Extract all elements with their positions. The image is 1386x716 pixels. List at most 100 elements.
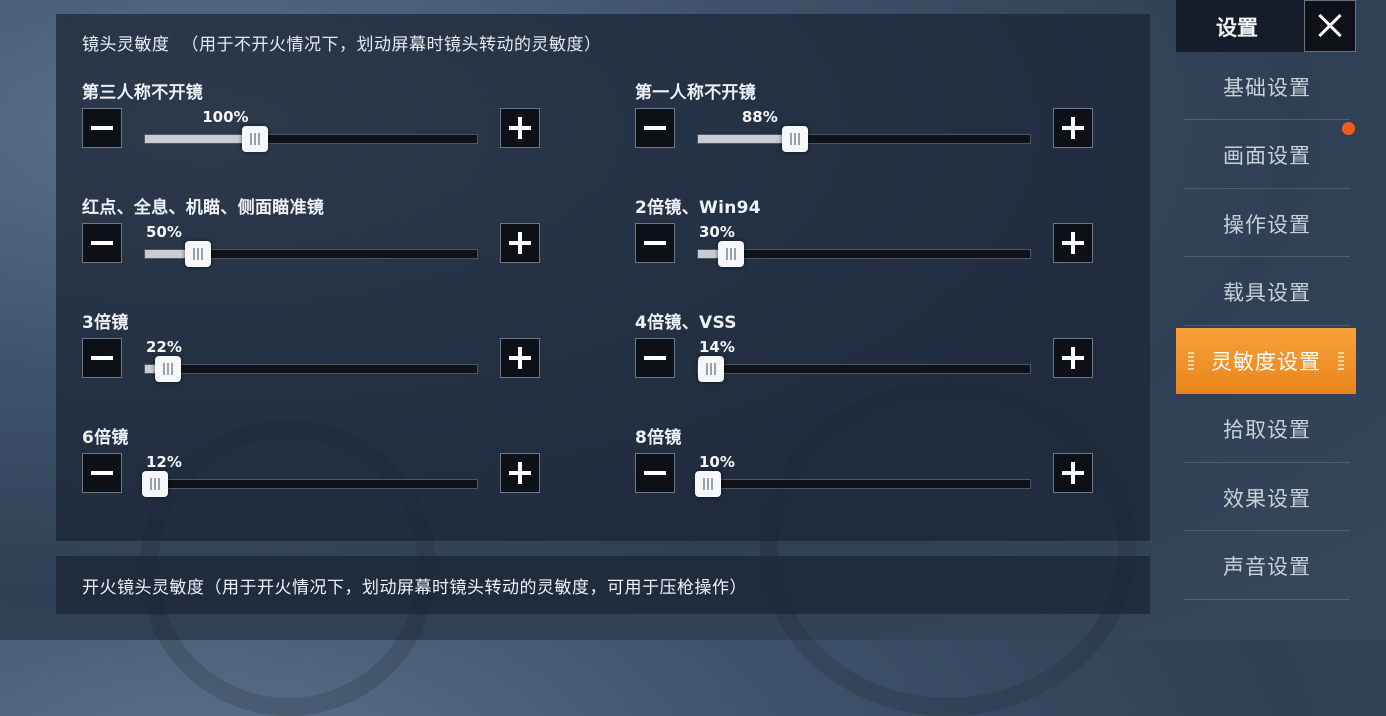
minus-icon — [90, 461, 114, 485]
slider-thumb[interactable] — [781, 126, 808, 152]
panel-title-text: 镜头灵敏度 — [82, 35, 170, 55]
sensitivity-setting: 3倍镜 22% — [82, 308, 542, 398]
setting-label: 4倍镜、VSS — [635, 313, 737, 333]
sidebar-item[interactable]: 拾取设置 — [1184, 397, 1350, 463]
slider-value: 12% — [146, 453, 182, 471]
increase-button[interactable] — [500, 338, 540, 378]
plus-icon — [1061, 461, 1085, 485]
sensitivity-setting: 4倍镜、VSS 14% — [635, 308, 1095, 398]
settings-sidebar: 设置 基础设置画面设置操作设置载具设置灵敏度设置 拾取设置效果设置声音设置 — [1176, 0, 1356, 640]
sensitivity-setting: 2倍镜、Win94 30% — [635, 193, 1095, 283]
plus-icon — [508, 231, 532, 255]
sidebar-title: 设置 — [1216, 16, 1258, 40]
increase-button[interactable] — [1053, 453, 1093, 493]
decrease-button[interactable] — [635, 108, 675, 148]
increase-button[interactable] — [500, 453, 540, 493]
sidebar-header: 设置 — [1176, 0, 1304, 52]
increase-button[interactable] — [500, 223, 540, 263]
minus-icon — [90, 346, 114, 370]
sidebar-item-label: 效果设置 — [1223, 486, 1311, 511]
minus-icon — [90, 116, 114, 140]
sensitivity-slider[interactable] — [697, 241, 1031, 267]
sensitivity-slider[interactable] — [144, 356, 478, 382]
plus-icon — [1061, 116, 1085, 140]
slider-value: 10% — [699, 453, 735, 471]
increase-button[interactable] — [1053, 108, 1093, 148]
sidebar-item-label: 操作设置 — [1223, 212, 1311, 237]
sensitivity-slider[interactable] — [697, 356, 1031, 382]
increase-button[interactable] — [1053, 223, 1093, 263]
sidebar-item[interactable]: 声音设置 — [1184, 534, 1350, 600]
decrease-button[interactable] — [635, 453, 675, 493]
decrease-button[interactable] — [635, 338, 675, 378]
sensitivity-slider[interactable] — [142, 471, 478, 497]
slider-thumb[interactable] — [242, 126, 269, 152]
slider-thumb[interactable] — [155, 356, 182, 382]
sensitivity-slider[interactable] — [695, 471, 1031, 497]
increase-button[interactable] — [1053, 338, 1093, 378]
decrease-button[interactable] — [82, 453, 122, 493]
slider-value: 22% — [146, 338, 182, 356]
sidebar-item-label: 声音设置 — [1223, 555, 1311, 579]
setting-label: 3倍镜 — [82, 313, 129, 333]
minus-icon — [643, 346, 667, 370]
grip-icon — [1188, 352, 1194, 370]
slider-fill — [698, 135, 795, 143]
sidebar-item[interactable]: 灵敏度设置 — [1176, 328, 1356, 394]
decrease-button[interactable] — [82, 338, 122, 378]
slider-thumb[interactable] — [695, 471, 722, 497]
sidebar-item[interactable]: 画面设置 — [1184, 123, 1350, 189]
notification-dot — [1342, 122, 1355, 135]
plus-icon — [508, 346, 532, 370]
increase-button[interactable] — [500, 108, 540, 148]
sidebar-item-label: 载具设置 — [1223, 281, 1311, 305]
sidebar-item[interactable]: 效果设置 — [1184, 465, 1350, 531]
slider-value: 30% — [699, 223, 735, 241]
sensitivity-slider[interactable] — [697, 126, 1031, 152]
grip-icon — [193, 248, 204, 260]
close-icon — [1317, 13, 1343, 39]
grip-icon — [163, 363, 174, 375]
sidebar-item-label: 基础设置 — [1223, 75, 1311, 100]
panel-title: 镜头灵敏度 （用于不开火情况下，划动屏幕时镜头转动的灵敏度） — [82, 30, 602, 55]
grip-icon — [150, 478, 161, 490]
sidebar-item[interactable]: 操作设置 — [1184, 191, 1350, 257]
plus-icon — [1061, 231, 1085, 255]
sensitivity-setting: 第三人称不开镜 100% — [82, 78, 542, 168]
panel-hint: （用于不开火情况下，划动屏幕时镜头转动的灵敏度） — [181, 35, 602, 55]
slider-thumb[interactable] — [142, 471, 169, 497]
fire-sensitivity-title: 开火镜头灵敏度（用于开火情况下，划动屏幕时镜头转动的灵敏度，可用于压枪操作） — [82, 578, 747, 598]
setting-label: 红点、全息、机瞄、侧面瞄准镜 — [82, 198, 325, 218]
grip-icon — [789, 133, 800, 145]
grip-icon — [726, 248, 737, 260]
sidebar-item[interactable]: 载具设置 — [1184, 260, 1350, 326]
setting-label: 第三人称不开镜 — [82, 83, 204, 103]
slider-thumb[interactable] — [185, 241, 212, 267]
decrease-button[interactable] — [635, 223, 675, 263]
slider-value: 50% — [146, 223, 182, 241]
sensitivity-slider[interactable] — [144, 126, 478, 152]
setting-label: 第一人称不开镜 — [635, 83, 757, 103]
setting-label: 2倍镜、Win94 — [635, 198, 761, 218]
decrease-button[interactable] — [82, 223, 122, 263]
setting-label: 6倍镜 — [82, 428, 129, 448]
sensitivity-setting: 第一人称不开镜 88% — [635, 78, 1095, 168]
sidebar-item[interactable]: 基础设置 — [1184, 54, 1350, 120]
plus-icon — [508, 461, 532, 485]
close-button[interactable] — [1304, 0, 1356, 52]
slider-thumb[interactable] — [698, 356, 725, 382]
sidebar-item-label: 画面设置 — [1223, 144, 1311, 168]
sensitivity-slider[interactable] — [144, 241, 478, 267]
slider-value: 14% — [699, 338, 735, 356]
fire-sensitivity-panel[interactable]: 开火镜头灵敏度（用于开火情况下，划动屏幕时镜头转动的灵敏度，可用于压枪操作） — [56, 556, 1150, 614]
grip-icon — [1338, 352, 1344, 370]
slider-thumb[interactable] — [718, 241, 745, 267]
grip-icon — [703, 478, 714, 490]
minus-icon — [90, 231, 114, 255]
decrease-button[interactable] — [82, 108, 122, 148]
sensitivity-setting: 6倍镜 12% — [82, 423, 542, 513]
slider-fill — [145, 135, 256, 143]
plus-icon — [1061, 346, 1085, 370]
sensitivity-setting: 8倍镜 10% — [635, 423, 1095, 513]
slider-value: 100% — [202, 108, 249, 126]
